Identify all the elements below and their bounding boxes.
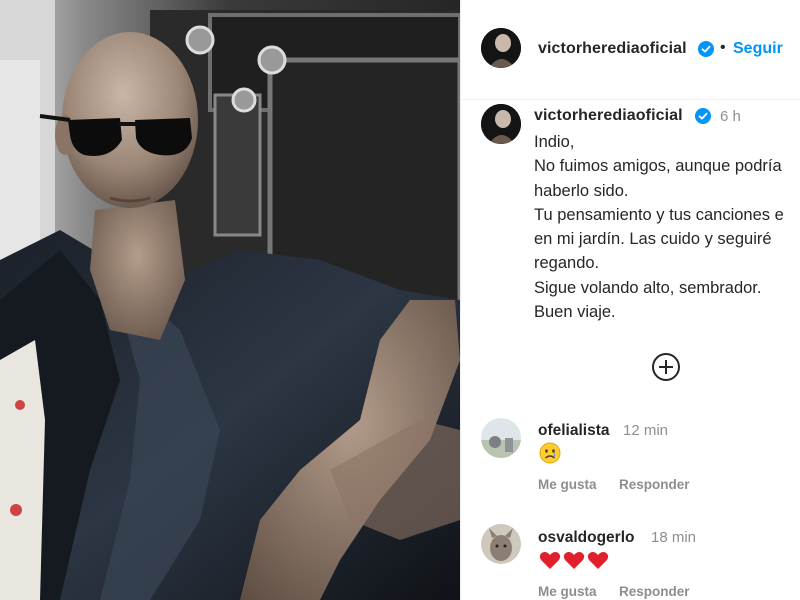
load-more-comments-button[interactable]	[651, 352, 681, 382]
commenter-avatar-image	[481, 524, 521, 564]
caption-line: Indio,	[534, 133, 575, 151]
plus-circle-icon	[652, 353, 680, 381]
comment-time: 12 min	[623, 422, 669, 439]
caption-username[interactable]: victorherediaoficial	[534, 107, 683, 125]
commenter-avatar-image	[481, 418, 521, 458]
sad-face-emoji	[539, 442, 561, 464]
comment-username[interactable]: ofelialista	[538, 422, 610, 440]
caption-line: No fuimos amigos, aunque podría	[534, 157, 782, 176]
caption-line: haberlo sido.	[534, 181, 629, 200]
three-red-hearts-emoji	[539, 552, 609, 569]
comment-username[interactable]: osvaldogerlo	[538, 529, 634, 547]
commenter-avatar[interactable]	[481, 524, 521, 564]
caption-line: Sigue volando alto, sembrador.	[534, 278, 762, 297]
post-header: victorherediaoficial • Seguir	[461, 0, 800, 100]
caption-line: Buen viaje.	[534, 303, 616, 322]
caption-avatar[interactable]	[481, 104, 521, 144]
comment-reply-button[interactable]: Responder	[619, 584, 690, 599]
caption-line: regando.	[534, 254, 600, 273]
post-photo[interactable]	[0, 0, 460, 600]
caption-line: Tu pensamiento y tus canciones e	[534, 205, 784, 224]
caption-line: en mi jardín. Las cuido y seguiré	[534, 230, 772, 249]
portrait-photo	[0, 0, 460, 600]
author-avatar-image	[481, 28, 521, 68]
verified-badge-icon	[698, 41, 714, 57]
author-username[interactable]: victorherediaoficial	[538, 40, 687, 58]
separator-dot: •	[720, 39, 726, 56]
comment-time: 18 min	[651, 529, 697, 546]
author-avatar[interactable]	[481, 28, 521, 68]
post-side-panel: victorherediaoficial • Seguir victorhere…	[460, 0, 800, 600]
comment-like-button[interactable]: Me gusta	[538, 584, 597, 599]
comment-reply-button[interactable]: Responder	[619, 477, 690, 492]
commenter-avatar[interactable]	[481, 418, 521, 458]
comment-like-button[interactable]: Me gusta	[538, 477, 597, 492]
verified-badge-icon	[695, 108, 711, 124]
follow-button[interactable]: Seguir	[733, 40, 783, 58]
caption-text: Indio, No fuimos amigos, aunque podría h…	[534, 130, 800, 324]
caption-avatar-image	[481, 104, 521, 144]
caption-time: 6 h	[720, 108, 741, 125]
